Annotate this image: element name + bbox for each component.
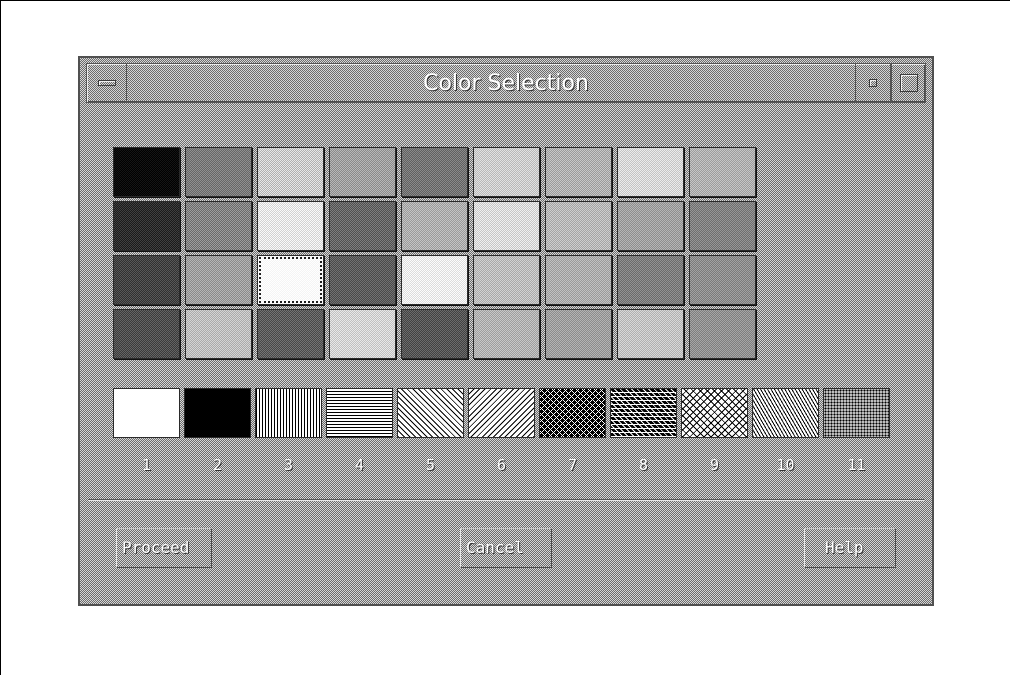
cancel-button[interactable]: Cancel	[460, 528, 552, 568]
color-swatch[interactable]	[401, 147, 468, 197]
pattern-number-label: 4	[354, 456, 365, 474]
pattern-number-label: 5	[425, 456, 436, 474]
maximize-icon	[899, 74, 918, 92]
color-swatch[interactable]	[329, 255, 396, 305]
color-swatch[interactable]	[617, 147, 684, 197]
color-swatch[interactable]	[257, 309, 324, 359]
pattern-number-label: 11	[847, 456, 866, 474]
color-swatch[interactable]	[185, 201, 252, 251]
color-swatch[interactable]	[329, 309, 396, 359]
color-swatch[interactable]	[113, 147, 180, 197]
pattern-swatch[interactable]	[184, 388, 251, 438]
pattern-number-label: 9	[709, 456, 720, 474]
pattern-swatch[interactable]	[752, 388, 819, 438]
pattern-number-label: 8	[638, 456, 649, 474]
pattern-number-label: 7	[567, 456, 578, 474]
color-swatch-grid	[113, 147, 756, 359]
color-swatch[interactable]	[401, 309, 468, 359]
color-swatch[interactable]	[473, 147, 540, 197]
color-swatch[interactable]	[113, 255, 180, 305]
color-swatch[interactable]	[689, 255, 756, 305]
color-swatch[interactable]	[689, 147, 756, 197]
proceed-button[interactable]: Proceed	[116, 528, 212, 568]
color-swatch[interactable]	[689, 309, 756, 359]
pattern-number-row: 1 2 3 4 5 6 7 8 9 10 11	[113, 456, 890, 474]
pattern-number-label: 1	[141, 456, 152, 474]
pattern-swatch[interactable]	[468, 388, 535, 438]
pattern-number-label: 10	[776, 456, 795, 474]
color-swatch[interactable]	[185, 147, 252, 197]
minimize-icon	[869, 79, 877, 87]
color-swatch[interactable]	[545, 201, 612, 251]
color-swatch[interactable]	[473, 255, 540, 305]
pattern-number-label: 3	[283, 456, 294, 474]
pattern-swatch[interactable]	[539, 388, 606, 438]
color-swatch[interactable]	[113, 201, 180, 251]
color-swatch[interactable]	[257, 255, 324, 305]
color-swatch[interactable]	[617, 255, 684, 305]
pattern-swatch[interactable]	[681, 388, 748, 438]
color-swatch[interactable]	[329, 201, 396, 251]
title-bar[interactable]: Color Selection	[86, 63, 926, 103]
pattern-swatch[interactable]	[397, 388, 464, 438]
color-swatch[interactable]	[401, 255, 468, 305]
color-swatch[interactable]	[473, 309, 540, 359]
pattern-swatch[interactable]	[326, 388, 393, 438]
pattern-swatch[interactable]	[823, 388, 890, 438]
pattern-swatch[interactable]	[255, 388, 322, 438]
color-swatch[interactable]	[545, 147, 612, 197]
color-swatch[interactable]	[473, 201, 540, 251]
window-title: Color Selection	[423, 71, 589, 96]
color-swatch[interactable]	[545, 309, 612, 359]
help-button[interactable]: Help	[804, 528, 896, 568]
pattern-swatch[interactable]	[113, 388, 180, 438]
color-swatch[interactable]	[257, 147, 324, 197]
color-swatch[interactable]	[689, 201, 756, 251]
color-swatch[interactable]	[257, 201, 324, 251]
color-swatch[interactable]	[113, 309, 180, 359]
color-swatch[interactable]	[545, 255, 612, 305]
maximize-button[interactable]	[891, 64, 925, 102]
pattern-swatch[interactable]	[610, 388, 677, 438]
color-swatch[interactable]	[617, 201, 684, 251]
pattern-swatch-row	[113, 388, 890, 438]
color-swatch[interactable]	[617, 309, 684, 359]
color-swatch[interactable]	[329, 147, 396, 197]
color-selection-dialog: Color Selection 1 2 3 4 5 6 7 8 9 10 11 Proceed Ca…	[78, 56, 934, 606]
pattern-number-label: 6	[496, 456, 507, 474]
minimize-button[interactable]	[855, 64, 891, 102]
button-area-separator	[88, 499, 924, 501]
pattern-number-label: 2	[212, 456, 223, 474]
color-swatch[interactable]	[185, 309, 252, 359]
color-swatch[interactable]	[185, 255, 252, 305]
color-swatch[interactable]	[401, 201, 468, 251]
